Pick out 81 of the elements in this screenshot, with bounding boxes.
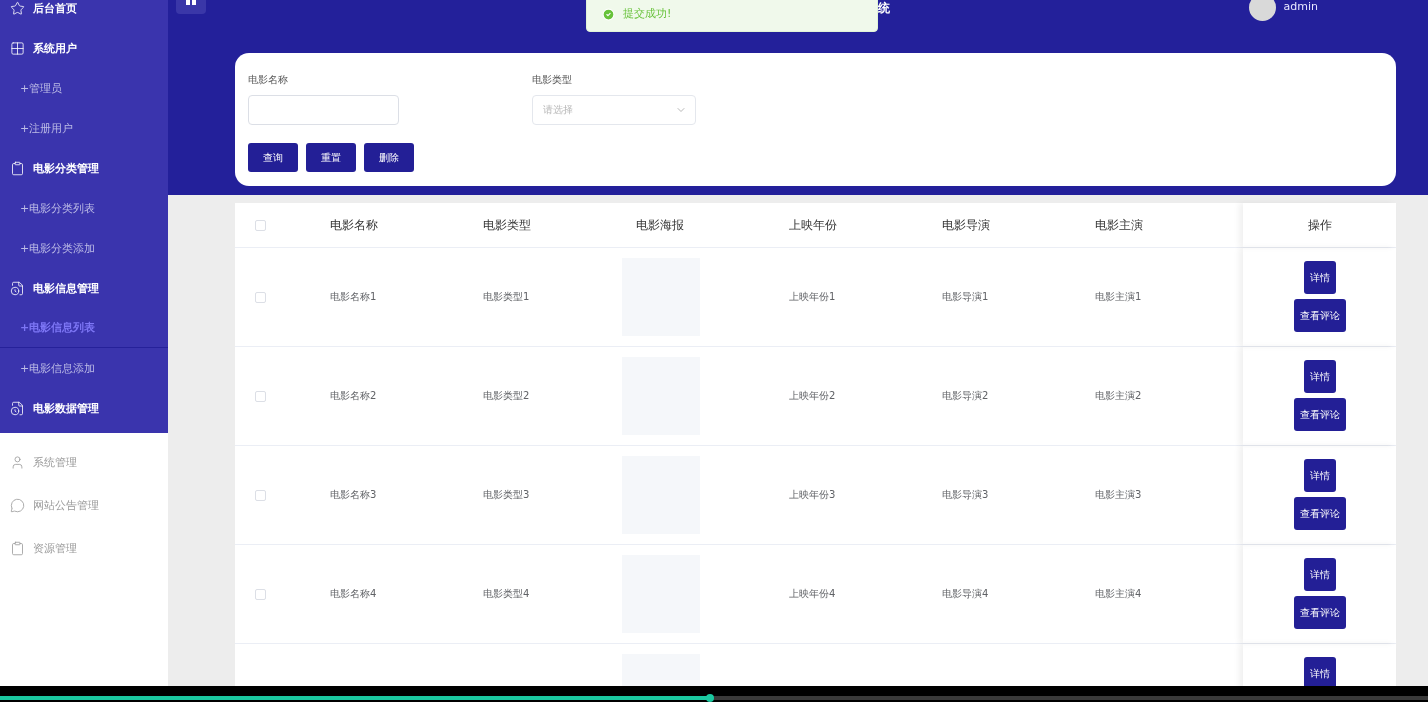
chat-icon — [10, 498, 25, 513]
submenu-item[interactable]: +电影分类添加 — [0, 228, 168, 268]
checkbox[interactable] — [255, 291, 266, 303]
action-button[interactable]: 删除 — [364, 143, 414, 172]
field-label: 电影名称 — [248, 73, 289, 87]
column-header: 电影类型 — [482, 216, 532, 234]
table-cell: 电影主演1 — [1095, 290, 1142, 304]
menu-item[interactable]: 电影分类管理 — [0, 148, 168, 188]
checkbox[interactable] — [255, 489, 266, 501]
row-action-button[interactable]: 查看评论 — [1293, 398, 1346, 431]
table-cell: 电影名称2 — [330, 389, 377, 403]
table-cell: 电影类型4 — [483, 587, 530, 601]
input-field[interactable] — [248, 95, 399, 125]
progress-track[interactable] — [0, 696, 1428, 700]
menu-item[interactable]: 系统用户 — [0, 28, 168, 68]
table-cell: 上映年份4 — [789, 587, 836, 601]
menu-label: 系统管理 — [33, 455, 77, 470]
table-cell: 电影类型1 — [483, 290, 530, 304]
column-header: 电影名称 — [329, 216, 379, 234]
clipboard-icon — [10, 541, 25, 556]
menu-label: 网站公告管理 — [33, 498, 99, 513]
action-button[interactable]: 查询 — [248, 143, 298, 172]
avatar[interactable] — [1248, 0, 1276, 21]
table-cell: 上映年份1 — [789, 290, 836, 304]
table-cell: 电影主演2 — [1095, 389, 1142, 403]
table-cell: 电影导演2 — [942, 389, 989, 403]
table-cell: 电影类型2 — [483, 389, 530, 403]
table-cell: 电影类型3 — [483, 488, 530, 502]
column-header: 电影主演 — [1094, 216, 1144, 234]
menu-label: 后台首页 — [33, 0, 77, 16]
row-action-button[interactable]: 详情 — [1303, 459, 1336, 492]
star-icon — [10, 0, 25, 16]
menu-label: 电影数据管理 — [33, 400, 99, 416]
row-action-button[interactable]: 详情 — [1303, 261, 1336, 294]
column-header: 电影导演 — [941, 216, 991, 234]
column-header: 上映年份 — [788, 216, 838, 234]
menu-label: 电影信息管理 — [33, 280, 99, 296]
header-title: 统 — [878, 0, 890, 17]
table-cell: 电影导演1 — [942, 290, 989, 304]
toast-message: 提交成功! — [623, 6, 672, 21]
row-action-button[interactable]: 查看评论 — [1293, 596, 1346, 629]
table-cell: 电影主演3 — [1095, 488, 1142, 502]
checkbox[interactable] — [255, 219, 266, 231]
table-cell: 电影名称1 — [330, 290, 377, 304]
menu-item[interactable]: 电影数据管理 — [0, 388, 168, 428]
action-button[interactable]: 重置 — [306, 143, 356, 172]
menu-item[interactable]: 电影信息管理 — [0, 268, 168, 308]
file-clock-icon — [10, 280, 25, 296]
checkbox[interactable] — [255, 390, 266, 402]
table-cell: 电影导演4 — [942, 587, 989, 601]
checkbox[interactable] — [255, 588, 266, 600]
user-name: admin — [1283, 0, 1318, 13]
submenu-item[interactable]: +电影信息添加 — [0, 348, 168, 388]
user-icon — [10, 455, 25, 470]
row-action-button[interactable]: 详情 — [1303, 558, 1336, 591]
table-cell: 电影主演4 — [1095, 587, 1142, 601]
table-cell: 电影导演3 — [942, 488, 989, 502]
menu-label: 电影分类管理 — [33, 160, 99, 176]
check-icon — [602, 8, 615, 21]
table-cell: 上映年份3 — [789, 488, 836, 502]
column-header: 电影海报 — [635, 216, 685, 234]
table-cell: 电影名称3 — [330, 488, 377, 502]
table-cell: 上映年份2 — [789, 389, 836, 403]
submenu-item[interactable]: +电影分类列表 — [0, 188, 168, 228]
row-action-button[interactable]: 详情 — [1303, 360, 1336, 393]
row-action-button[interactable]: 详情 — [1303, 657, 1336, 686]
submenu-item[interactable]: +注册用户 — [0, 108, 168, 148]
menu-label: 系统用户 — [33, 40, 77, 56]
column-header: 操作 — [1243, 203, 1396, 247]
grid-icon — [10, 40, 25, 56]
row-action-button[interactable]: 查看评论 — [1293, 299, 1346, 332]
file-clock-icon — [10, 400, 25, 416]
menu-label: 资源管理 — [33, 541, 77, 556]
grid-icon — [186, 0, 196, 5]
menu-item[interactable]: 后台首页 — [0, 0, 168, 28]
field-label: 电影类型 — [532, 73, 573, 87]
row-action-button[interactable]: 查看评论 — [1293, 497, 1346, 530]
clipboard-icon — [10, 160, 25, 176]
table-cell: 电影名称4 — [330, 587, 377, 601]
progress-handle[interactable] — [705, 694, 714, 702]
submenu-item[interactable]: +管理员 — [0, 68, 168, 108]
